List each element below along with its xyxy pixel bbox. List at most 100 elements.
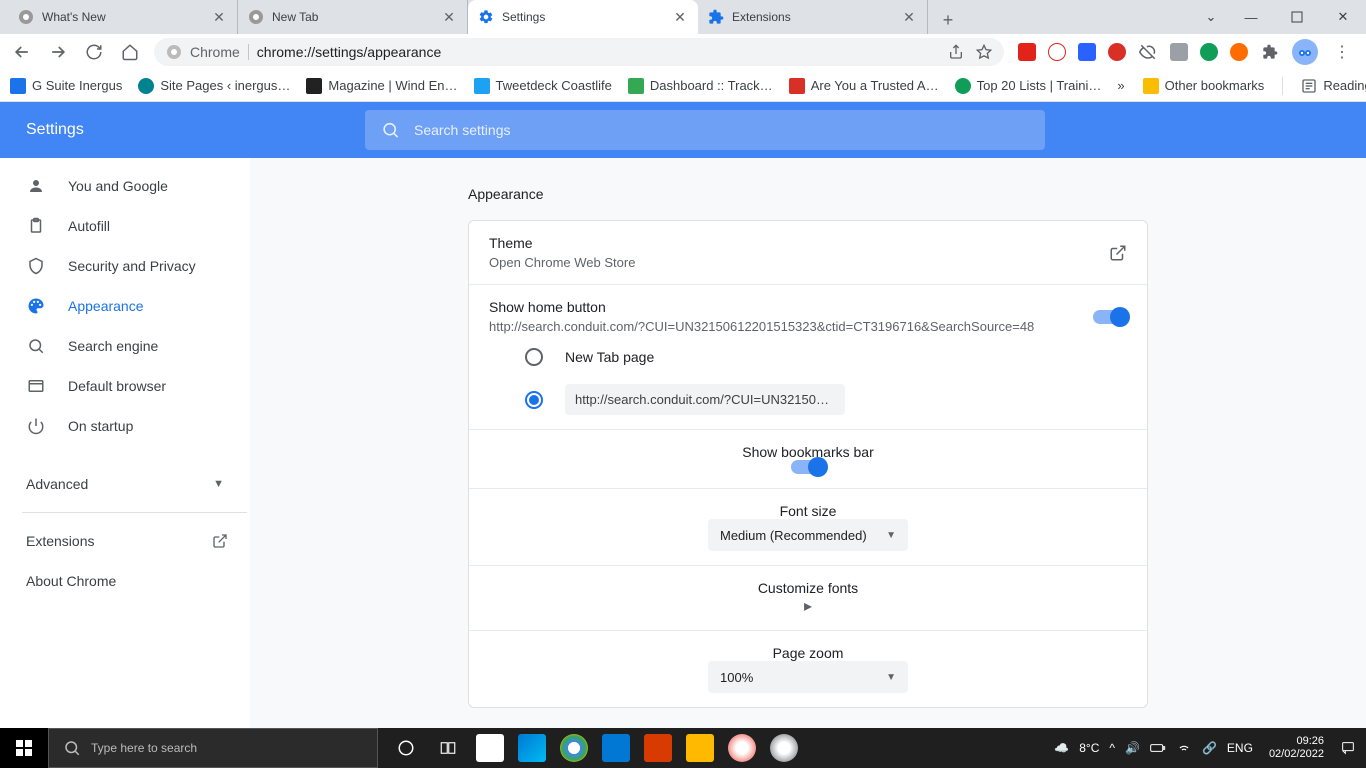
extension-icon[interactable]	[1078, 43, 1096, 61]
bookmark-item[interactable]: Site Pages ‹ inergus…	[138, 78, 290, 94]
radio-icon	[525, 391, 543, 409]
extension-icon[interactable]	[1230, 43, 1248, 61]
minimize-button[interactable]: ―	[1228, 0, 1274, 34]
browser-tab-active[interactable]: Settings ✕	[468, 0, 698, 34]
browser-tab[interactable]: Extensions ✕	[698, 0, 928, 34]
tray-chevron-icon[interactable]: ^	[1109, 741, 1115, 755]
taskbar-app[interactable]	[476, 734, 504, 762]
extension-icon[interactable]	[1108, 43, 1126, 61]
volume-icon[interactable]: 🔊	[1125, 741, 1140, 755]
theme-row[interactable]: Theme Open Chrome Web Store	[469, 221, 1147, 285]
bookmark-item[interactable]: G Suite Inergus	[10, 78, 122, 94]
search-placeholder: Type here to search	[91, 741, 197, 755]
browser-tab[interactable]: What's New ✕	[8, 0, 238, 34]
overflow-icon[interactable]: »	[1117, 78, 1124, 93]
explorer-app[interactable]	[686, 734, 714, 762]
menu-button[interactable]: ⋮	[1330, 36, 1354, 68]
radio-new-tab[interactable]: New Tab page	[525, 348, 1127, 366]
close-icon[interactable]: ✕	[441, 9, 457, 25]
separator	[248, 44, 249, 60]
taskbar-app[interactable]	[518, 734, 546, 762]
chrome-icon	[18, 9, 34, 25]
close-window-button[interactable]: ✕	[1320, 0, 1366, 34]
extension-icons: ⋮	[1012, 36, 1360, 68]
star-icon[interactable]	[976, 44, 992, 60]
chevron-down-icon: ▼	[886, 672, 896, 683]
weather-icon[interactable]: ☁️	[1054, 741, 1069, 755]
row-title: Customize fonts	[758, 580, 858, 596]
nav-autofill[interactable]: Autofill	[0, 206, 250, 246]
nav-extensions[interactable]: Extensions	[0, 521, 250, 561]
home-button-toggle[interactable]	[1093, 310, 1127, 324]
row-title: Theme	[489, 235, 635, 251]
row-subtitle: http://search.conduit.com/?CUI=UN3215061…	[489, 319, 1034, 334]
close-icon[interactable]: ✕	[211, 9, 227, 25]
clock[interactable]: 09:26 02/02/2022	[1263, 735, 1330, 761]
nav-about-chrome[interactable]: About Chrome	[0, 561, 250, 601]
address-bar[interactable]: Chrome chrome://settings/appearance	[154, 38, 1004, 66]
mail-app[interactable]	[602, 734, 630, 762]
custom-url-input[interactable]: http://search.conduit.com/?CUI=UN321506…	[565, 384, 845, 415]
chevron-down-icon[interactable]: ⌄	[1194, 0, 1228, 34]
nav-advanced[interactable]: Advanced▼	[0, 464, 250, 504]
page-zoom-select[interactable]: 100%▼	[708, 661, 908, 693]
bookmark-item[interactable]: Magazine | Wind En…	[306, 78, 457, 94]
tab-title: What's New	[42, 10, 211, 24]
tab-title: New Tab	[272, 10, 441, 24]
close-icon[interactable]: ✕	[672, 9, 688, 25]
chrome-app[interactable]	[560, 734, 588, 762]
back-button[interactable]	[6, 36, 38, 68]
bookmark-item[interactable]: Tweetdeck Coastlife	[474, 78, 612, 94]
home-button[interactable]	[114, 36, 146, 68]
bookmarks-bar-toggle[interactable]	[791, 460, 825, 474]
extension-icon[interactable]	[1200, 43, 1218, 61]
profile-avatar[interactable]	[1292, 39, 1318, 65]
battery-icon[interactable]	[1150, 742, 1166, 754]
bookmark-item[interactable]: Top 20 Lists | Traini…	[955, 78, 1102, 94]
nav-default-browser[interactable]: Default browser	[0, 366, 250, 406]
nav-search-engine[interactable]: Search engine	[0, 326, 250, 366]
new-tab-button[interactable]: +	[934, 6, 962, 34]
search-input[interactable]	[414, 122, 1029, 138]
extension-icon[interactable]	[1018, 43, 1036, 61]
weather-temp[interactable]: 8°C	[1079, 741, 1099, 755]
reading-list[interactable]: Reading list	[1301, 78, 1366, 94]
nav-appearance[interactable]: Appearance	[0, 286, 250, 326]
settings-search[interactable]	[365, 110, 1045, 150]
nav-on-startup[interactable]: On startup	[0, 406, 250, 446]
extension-icon[interactable]	[1048, 43, 1066, 61]
office-app[interactable]	[644, 734, 672, 762]
chevron-down-icon: ▼	[886, 530, 896, 541]
reload-button[interactable]	[78, 36, 110, 68]
start-button[interactable]	[0, 728, 48, 768]
font-size-select[interactable]: Medium (Recommended)▼	[708, 519, 908, 551]
nav-label: Default browser	[68, 378, 166, 394]
wifi-icon[interactable]	[1176, 741, 1192, 755]
bookmark-item[interactable]: Are You a Trusted A…	[789, 78, 939, 94]
share-icon[interactable]	[948, 44, 964, 60]
nav-you-and-google[interactable]: You and Google	[0, 166, 250, 206]
task-view-icon[interactable]	[392, 734, 420, 762]
maximize-button[interactable]	[1274, 0, 1320, 34]
font-size-row: Font size Medium (Recommended)▼	[469, 489, 1147, 566]
nav-label: Advanced	[26, 476, 88, 492]
bookmark-label: Dashboard :: Track…	[650, 78, 773, 93]
extension-icon[interactable]	[1170, 43, 1188, 61]
incognito-icon[interactable]	[1138, 36, 1158, 68]
chrome-dev[interactable]	[770, 734, 798, 762]
language-indicator[interactable]: ENG	[1227, 741, 1253, 755]
bookmark-item[interactable]: Dashboard :: Track…	[628, 78, 773, 94]
forward-button[interactable]	[42, 36, 74, 68]
chrome-canary[interactable]	[728, 734, 756, 762]
nav-security[interactable]: Security and Privacy	[0, 246, 250, 286]
extensions-button[interactable]	[1260, 36, 1280, 68]
close-icon[interactable]: ✕	[901, 9, 917, 25]
task-view-icon[interactable]	[434, 734, 462, 762]
browser-tab[interactable]: New Tab ✕	[238, 0, 468, 34]
radio-custom-url[interactable]: http://search.conduit.com/?CUI=UN321506…	[525, 384, 1127, 415]
customize-fonts-row[interactable]: Customize fonts ▸	[469, 566, 1147, 631]
other-bookmarks[interactable]: Other bookmarks	[1143, 78, 1265, 94]
notifications-icon[interactable]	[1340, 740, 1356, 756]
link-icon[interactable]: 🔗	[1202, 741, 1217, 755]
taskbar-search[interactable]: Type here to search	[48, 728, 378, 768]
